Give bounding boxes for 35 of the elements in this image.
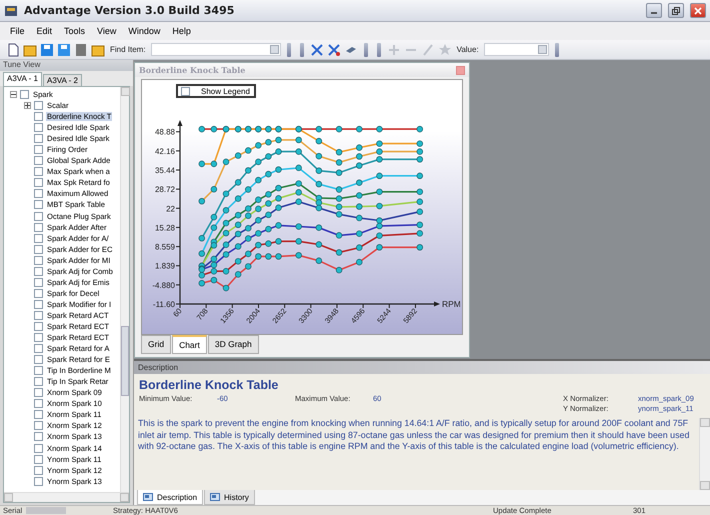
window-title: Borderline Knock Table <box>139 65 246 75</box>
tick-label: 1.839 <box>154 262 175 271</box>
menu-item[interactable]: View <box>97 26 116 36</box>
tick-label: 28.72 <box>154 185 175 194</box>
panel-title: Description <box>134 361 710 374</box>
tick-label: 48.88 <box>154 128 175 137</box>
tick-label: 35.44 <box>154 166 175 176</box>
tick-label: 42.16 <box>154 146 175 156</box>
menu-item[interactable]: File <box>10 26 25 36</box>
tick-label: -11.60 <box>152 300 175 309</box>
field-label: Value: <box>456 45 479 54</box>
description-title: Borderline Knock Table <box>138 377 280 394</box>
menu-item[interactable]: Edit <box>36 26 52 36</box>
panel-title: Tune View <box>0 60 133 71</box>
window-title: Advantage Version 3.0 Build 3495 <box>24 4 236 17</box>
field-label: Find Item: <box>110 45 146 54</box>
tab[interactable]: A3VA - 2 <box>42 74 82 86</box>
menu-item[interactable]: Tools <box>64 26 86 36</box>
menu-item[interactable]: Help <box>172 26 191 36</box>
checkbox-label: Show Legend <box>201 86 250 96</box>
tick-label: 15.28 <box>154 223 175 232</box>
tick-label: -4.880 <box>152 280 175 290</box>
tab[interactable]: 3D Graph <box>208 335 259 354</box>
tab[interactable]: Grid <box>141 335 172 354</box>
menu-item[interactable]: Window <box>128 26 160 36</box>
description-text: This is the spark to prevent the engine from knocking when running 14.64:1 A/F ratio, and is typically setup for around 200F coolant and 75F inlet air temp. This table is typically determined using 87-octane gas unless the car was designed for premium then it should have been used with 92-octane gas. The X-axis of this table is engine RPM and the Y-axis of this table is the calculated engine load (volumetric efficiency). <box>137 418 690 453</box>
tab[interactable]: Description <box>137 490 204 505</box>
tab[interactable]: History <box>204 490 255 505</box>
tick-label: 8.559 <box>154 242 175 252</box>
tab-label: History <box>224 492 249 502</box>
tab-label: Description <box>157 492 198 502</box>
tab[interactable]: A3VA - 1 <box>3 72 42 86</box>
tab[interactable]: Chart <box>172 335 207 354</box>
axis-label: RPM <box>442 299 460 309</box>
tick-label: 22 <box>166 204 175 214</box>
